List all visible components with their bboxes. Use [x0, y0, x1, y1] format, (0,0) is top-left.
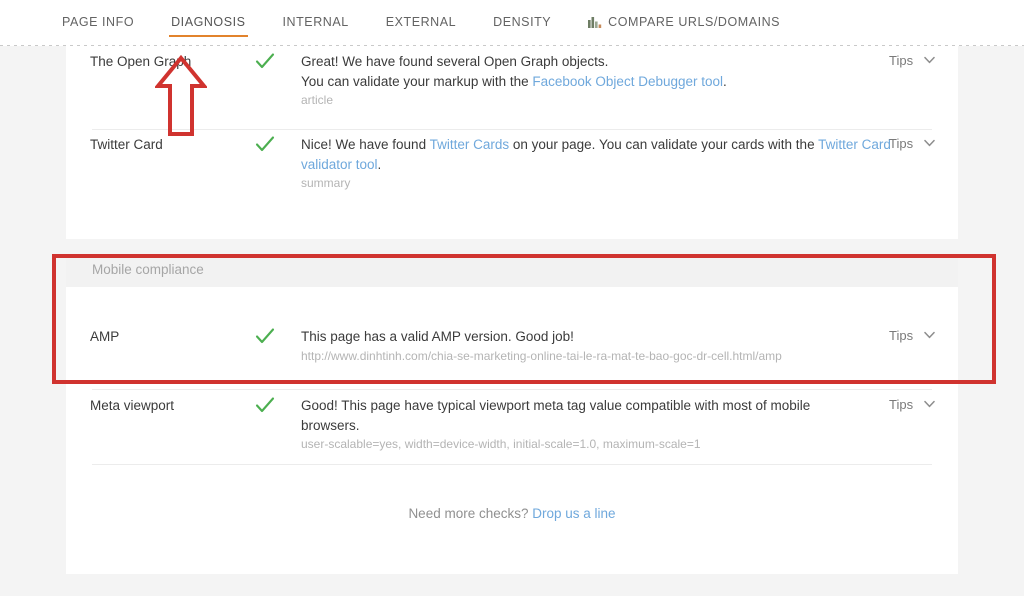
- tips-toggle-twitter-card[interactable]: Tips: [889, 136, 935, 151]
- tab-external[interactable]: EXTERNAL: [384, 9, 458, 37]
- tips-label: Tips: [889, 328, 914, 343]
- drop-us-a-line-link[interactable]: Drop us a line: [532, 506, 615, 521]
- tips-toggle-amp[interactable]: Tips: [889, 328, 935, 343]
- bar-chart-icon: [588, 16, 602, 28]
- tab-internal-label: INTERNAL: [282, 15, 349, 29]
- tips-toggle-meta-viewport[interactable]: Tips: [889, 397, 935, 412]
- tab-page-info-label: PAGE INFO: [62, 15, 135, 29]
- tab-density[interactable]: DENSITY: [491, 9, 553, 37]
- chevron-down-icon: [923, 396, 935, 411]
- meta-viewport-text: Good! This page have typical viewport me…: [301, 398, 811, 433]
- amp-url-value: http://www.dinhtinh.com/chia-se-marketin…: [301, 348, 782, 363]
- check-row-meta-viewport-body: Good! This page have typical viewport me…: [301, 396, 821, 453]
- row-divider-3: [92, 464, 932, 465]
- twitter-card-text-post: .: [377, 156, 382, 172]
- tab-diagnosis[interactable]: DIAGNOSIS: [169, 9, 248, 37]
- active-tab-underline: [169, 34, 248, 37]
- check-row-amp: AMP This page has a valid AMP version. G…: [66, 326, 958, 381]
- tab-density-label: DENSITY: [493, 15, 552, 29]
- mobile-compliance-section-title: Mobile compliance: [92, 262, 204, 277]
- chevron-down-icon: [923, 327, 935, 342]
- row-divider-2: [92, 389, 932, 390]
- tab-external-label: EXTERNAL: [385, 15, 457, 29]
- primary-tabbar: PAGE INFO DIAGNOSIS INTERNAL EXTERNAL DE…: [0, 0, 1024, 46]
- tab-diagnosis-label: DIAGNOSIS: [171, 15, 246, 29]
- footer-text: Need more checks?: [408, 506, 533, 521]
- tips-label: Tips: [889, 136, 914, 151]
- meta-viewport-value: user-scalable=yes, width=device-width, i…: [301, 437, 701, 451]
- check-row-twitter-card-name: Twitter Card: [90, 137, 163, 152]
- tab-compare-label: COMPARE URLS/DOMAINS: [608, 15, 781, 29]
- diagnosis-page-body: The Open Graph Great! We have found seve…: [0, 46, 1024, 596]
- open-graph-text-line-2-pre: You can validate your markup with the: [301, 73, 533, 89]
- green-check-icon: [254, 326, 276, 346]
- check-row-open-graph: The Open Graph Great! We have found seve…: [66, 51, 958, 124]
- open-graph-text-line-2-post: .: [723, 73, 727, 89]
- tips-toggle-open-graph[interactable]: Tips: [889, 53, 935, 68]
- footer-more-checks: Need more checks? Drop us a line: [66, 506, 958, 521]
- green-check-icon: [254, 395, 276, 415]
- check-row-meta-viewport-name: Meta viewport: [90, 398, 175, 413]
- check-row-twitter-card-body: Nice! We have found Twitter Cards on you…: [301, 135, 916, 192]
- check-row-open-graph-body: Great! We have found several Open Graph …: [301, 52, 861, 109]
- twitter-card-text-pre: Nice! We have found: [301, 137, 430, 152]
- check-row-meta-viewport: Meta viewport Good! This page have typic…: [66, 395, 958, 470]
- tab-page-info[interactable]: PAGE INFO: [60, 9, 136, 37]
- green-check-icon: [254, 134, 276, 154]
- tab-internal[interactable]: INTERNAL: [281, 9, 351, 37]
- check-row-amp-name: AMP: [90, 329, 120, 344]
- facebook-object-debugger-link[interactable]: Facebook Object Debugger tool: [532, 74, 723, 89]
- check-row-twitter-card: Twitter Card Nice! We have found Twitter…: [66, 134, 958, 209]
- twitter-card-subvalue: summary: [301, 176, 351, 190]
- check-row-open-graph-name: The Open Graph: [90, 54, 192, 69]
- row-divider-1: [92, 129, 932, 130]
- tips-label: Tips: [889, 397, 914, 412]
- open-graph-subvalue: article: [301, 93, 334, 107]
- green-check-icon: [254, 51, 276, 71]
- open-graph-text-line-1: Great! We have found several Open Graph …: [301, 54, 609, 69]
- tab-compare-urls-domains[interactable]: COMPARE URLS/DOMAINS: [586, 9, 782, 37]
- amp-text: This page has a valid AMP version. Good …: [301, 329, 574, 344]
- tips-label: Tips: [889, 53, 914, 68]
- twitter-card-text-mid: on your page. You can validate your card…: [509, 137, 819, 152]
- chevron-down-icon: [923, 52, 935, 67]
- twitter-cards-link[interactable]: Twitter Cards: [430, 137, 510, 152]
- check-row-amp-body: This page has a valid AMP version. Good …: [301, 327, 861, 365]
- chevron-down-icon: [923, 135, 935, 150]
